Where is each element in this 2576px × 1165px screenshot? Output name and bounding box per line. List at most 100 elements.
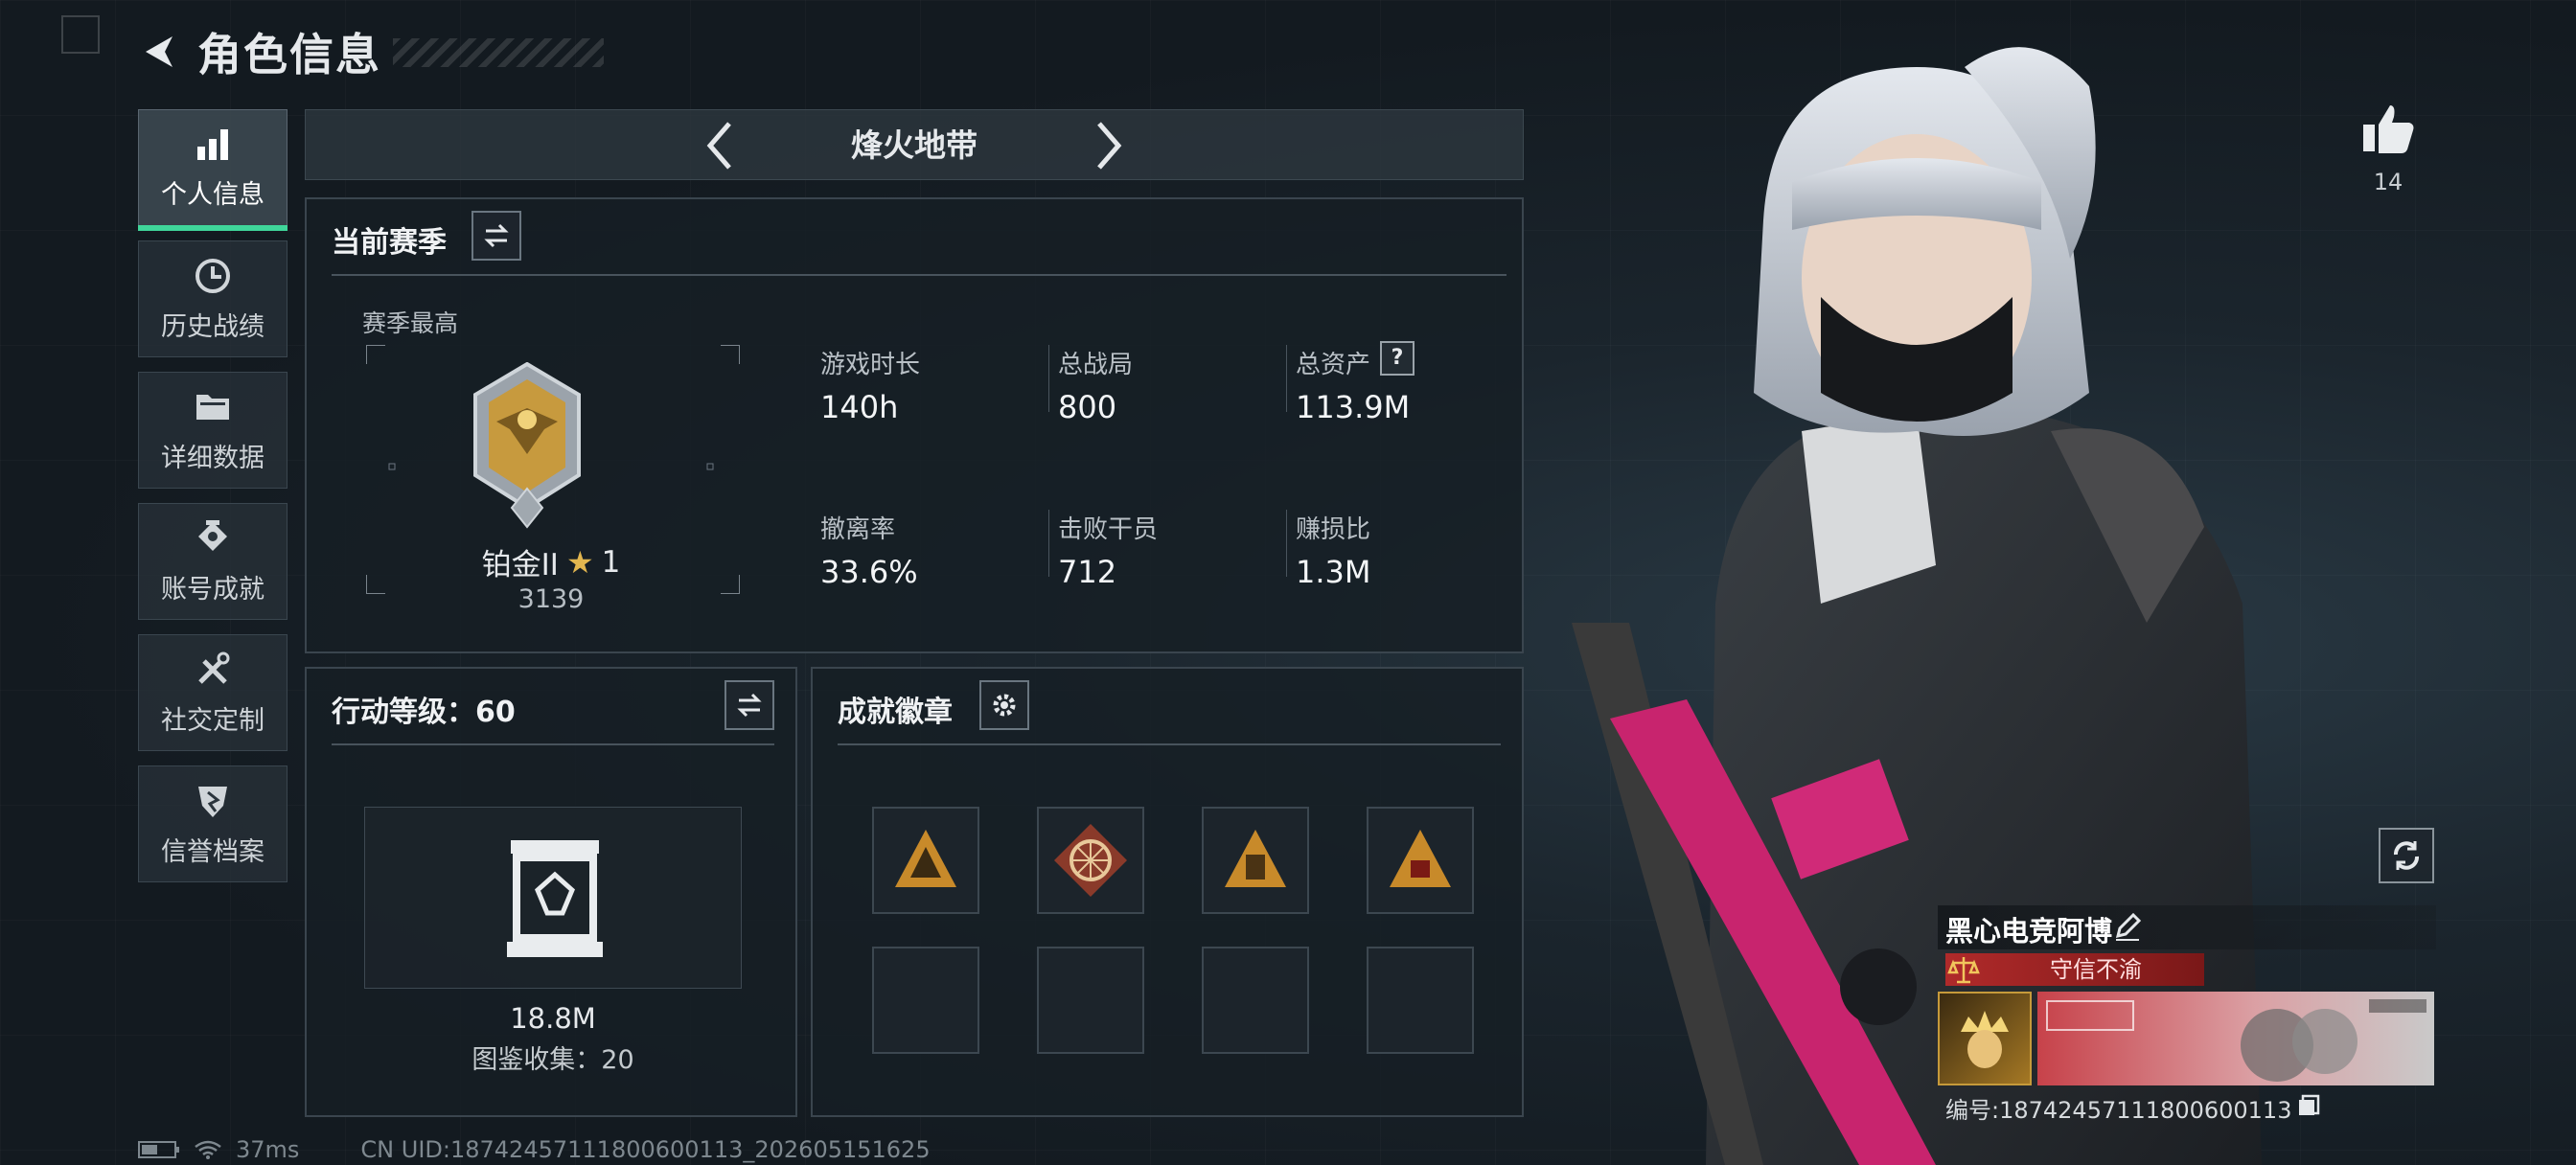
swap-icon: [737, 693, 762, 718]
stat-value-extract-rate: 33.6%: [820, 554, 918, 590]
action-level-title: 行动等级：60: [332, 696, 516, 729]
stat-label-profit-ratio: 赚损比: [1296, 515, 1371, 544]
collection-count: 图鉴收集：20: [472, 1045, 634, 1075]
rotate-view-button[interactable]: [2379, 828, 2434, 883]
rank-emblem-icon: [473, 362, 581, 529]
avatar[interactable]: [1938, 992, 2032, 1085]
achievement-icon: [198, 519, 227, 551]
mode-selector: 烽火地带: [305, 109, 1524, 180]
action-level-value: 18.8M: [510, 1002, 596, 1035]
badge-slot[interactable]: [1037, 807, 1144, 914]
mode-name: 烽火地带: [851, 126, 978, 164]
badge-slot-empty[interactable]: [1202, 947, 1309, 1054]
stat-value-matches: 800: [1058, 389, 1117, 425]
sidebar-item-history[interactable]: 历史战绩: [138, 240, 288, 357]
like-button[interactable]: 14: [2358, 100, 2419, 195]
sidebar-item-label: 账号成就: [161, 574, 264, 605]
bar-chart-icon: [197, 128, 228, 160]
thumbs-up-icon: [2363, 105, 2414, 153]
copy-icon: [2299, 1094, 2320, 1115]
pencil-icon: [2115, 912, 2142, 941]
sidebar-item-social[interactable]: 社交定制: [138, 634, 288, 751]
ping-value: 37ms: [236, 1136, 300, 1163]
history-clock-icon: [196, 258, 230, 293]
sidebar-item-label: 历史战绩: [161, 311, 264, 342]
rank-score: 3139: [518, 584, 585, 614]
sidebar-item-credit[interactable]: 信誉档案: [138, 765, 288, 882]
season-switch-button[interactable]: [472, 211, 521, 261]
badges-title: 成就徽章: [838, 696, 953, 729]
star-icon: ★: [565, 543, 594, 581]
title-badge: 守信不渝: [2050, 956, 2142, 983]
status-bar: 37ms CN UID:18742457111800600113_2026051…: [138, 1136, 931, 1163]
badge-slot[interactable]: [1202, 807, 1309, 914]
refresh-icon: [2394, 841, 2419, 870]
sidebar-item-label: 详细数据: [161, 443, 264, 473]
name-card-banner: [2037, 992, 2434, 1085]
stat-label-assets: 总资产: [1296, 351, 1371, 379]
banner-art: [2046, 999, 2426, 1082]
badge-slot[interactable]: [872, 807, 979, 914]
scales-icon: [1947, 957, 1980, 984]
avatar-crown-icon: [1961, 1011, 2009, 1068]
season-title: 当前赛季: [332, 226, 447, 260]
stat-value-assets: 113.9M: [1296, 389, 1411, 425]
stat-value-playtime: 140h: [820, 389, 899, 425]
page-header: 角色信息: [136, 21, 381, 82]
sidebar-item-details[interactable]: 详细数据: [138, 372, 288, 489]
shield-badge-icon: [198, 786, 227, 817]
badge-slot-empty[interactable]: [1037, 947, 1144, 1054]
gear-icon: [993, 694, 1016, 717]
badge-slot[interactable]: [1367, 807, 1474, 914]
badge-slot-empty[interactable]: [872, 947, 979, 1054]
chevron-right-icon: [1097, 122, 1122, 170]
divider: [332, 743, 774, 745]
badges-panel: 成就徽章: [811, 667, 1524, 1117]
rank-name: 铂金II: [481, 548, 559, 582]
player-name: 黑心电竞阿博: [1945, 915, 2113, 948]
back-arrow-icon: [146, 36, 172, 67]
assets-help-button[interactable]: ?: [1380, 341, 1414, 376]
sidebar: 个人信息 历史战绩 详细数据 账号成就 社交定制 信誉档案: [138, 109, 288, 897]
stat-value-profit-ratio: 1.3M: [1296, 554, 1371, 590]
folder-icon: [196, 394, 229, 420]
tools-icon: [198, 651, 230, 684]
badge-slot-empty[interactable]: [1367, 947, 1474, 1054]
badge-box-icon: [1390, 830, 1451, 887]
back-button[interactable]: [136, 29, 182, 75]
season-best-label: 赛季最高: [362, 309, 459, 337]
next-mode-button[interactable]: [1084, 120, 1136, 171]
sidebar-item-label: 信誉档案: [161, 836, 264, 867]
badge-tower-icon: [1225, 830, 1286, 887]
sidebar-item-achievements[interactable]: 账号成就: [138, 503, 288, 620]
divider: [1048, 345, 1049, 412]
divider: [1048, 510, 1049, 577]
stat-label-matches: 总战局: [1058, 351, 1134, 379]
like-count: 14: [2373, 169, 2404, 195]
divider: [838, 743, 1501, 745]
corner-frame: [61, 15, 100, 54]
badge-wheel-icon: [1054, 824, 1127, 897]
divider: [1286, 510, 1287, 577]
battery-icon: [138, 1141, 179, 1158]
collection-display: [364, 807, 742, 989]
page-title: 角色信息: [197, 29, 381, 80]
stat-label-extract-rate: 撤离率: [820, 515, 896, 544]
badge-triangle-icon: [895, 830, 956, 887]
uid-text: CN UID:18742457111800600113_202605151625: [360, 1136, 931, 1163]
action-level-switch-button[interactable]: [724, 680, 774, 730]
badges-settings-button[interactable]: [979, 680, 1029, 730]
divider: [332, 274, 1506, 276]
stat-value-kills: 712: [1058, 554, 1117, 590]
sidebar-item-label: 个人信息: [161, 179, 264, 210]
copy-id-button[interactable]: [2296, 1093, 2321, 1122]
swap-icon: [484, 223, 509, 248]
rank-name-row: 铂金II ★ 1: [364, 540, 738, 583]
edit-name-button[interactable]: [2112, 911, 2143, 946]
action-level-panel: 行动等级：60 18.8M 图鉴收集：20: [305, 667, 797, 1117]
sidebar-item-profile[interactable]: 个人信息: [138, 109, 288, 231]
stat-label-kills: 击败干员: [1058, 515, 1159, 544]
player-id: 编号:18742457111800600113: [1945, 1097, 2292, 1124]
divider: [1286, 345, 1287, 412]
header-decoration: [393, 38, 604, 67]
